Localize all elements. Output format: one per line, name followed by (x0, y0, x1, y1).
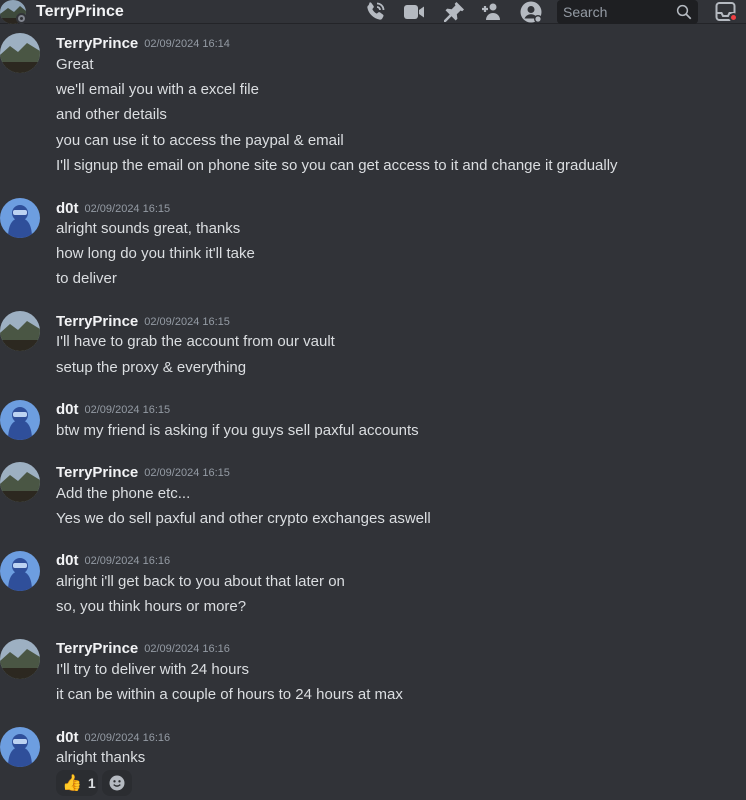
message-timestamp: 02/09/2024 16:15 (144, 316, 230, 328)
message-text: it can be within a couple of hours to 24… (56, 686, 403, 703)
message-text: Add the phone etc... (56, 485, 191, 502)
search-bar[interactable] (557, 0, 698, 24)
message-text: Great (56, 56, 94, 73)
message-text: how long do you think it'll take (56, 245, 255, 262)
offline-status-icon (16, 13, 27, 24)
message-text: alright sounds great, thanks (56, 220, 241, 237)
avatar[interactable] (0, 639, 40, 679)
avatar[interactable] (0, 33, 40, 73)
message-timestamp: 02/09/2024 16:15 (84, 203, 171, 215)
user-profile-icon[interactable] (519, 0, 543, 24)
message-timestamp: 02/09/2024 16:16 (144, 643, 230, 655)
message-text: we'll email you with a excel file (56, 81, 259, 98)
message-text: you can use it to access the paypal & em… (56, 132, 344, 149)
message-timestamp: 02/09/2024 16:15 (84, 404, 171, 416)
message-timestamp: 02/09/2024 16:16 (84, 555, 171, 567)
add-reaction-icon (109, 775, 125, 791)
inbox-icon[interactable] (714, 0, 738, 24)
thumbs-up-icon: 👍 (62, 775, 82, 792)
message-timestamp: 02/09/2024 16:15 (144, 467, 230, 479)
message-text: Yes we do sell paxful and other crypto e… (56, 510, 431, 527)
video-call-icon[interactable] (402, 0, 426, 24)
message-text: alright i'll get back to you about that … (56, 573, 345, 590)
message-author[interactable]: TerryPrince 02/09/2024 16:15 (56, 313, 230, 331)
message-text: alright thanks (56, 749, 146, 766)
channel-header: TerryPrince (0, 0, 746, 24)
message-author[interactable]: d0t 02/09/2024 16:16 (56, 729, 170, 747)
message-text: I'll have to grab the account from our v… (56, 333, 335, 350)
channel-title: TerryPrince (36, 3, 124, 20)
message-text: so, you think hours or more? (56, 598, 247, 615)
reaction-count: 1 (87, 775, 96, 791)
message-text: I'll try to deliver with 24 hours (56, 661, 249, 678)
message-timestamp: 02/09/2024 16:16 (84, 732, 171, 744)
message-author[interactable]: TerryPrince 02/09/2024 16:15 (56, 464, 230, 482)
add-reaction-button[interactable] (102, 770, 132, 796)
avatar[interactable] (0, 311, 40, 351)
add-friends-icon[interactable] (480, 0, 504, 24)
search-icon[interactable] (675, 3, 693, 21)
reaction-thumbs-up[interactable]: 👍 1 (56, 770, 98, 796)
unread-indicator (729, 13, 738, 22)
pin-icon[interactable] (442, 0, 466, 24)
message-author[interactable]: TerryPrince 02/09/2024 16:16 (56, 640, 230, 658)
avatar[interactable] (0, 551, 40, 591)
message-author[interactable]: d0t 02/09/2024 16:15 (56, 200, 170, 218)
message-text: btw my friend is asking if you guys sell… (56, 422, 419, 439)
message-text: and other details (56, 106, 167, 123)
avatar[interactable] (0, 462, 40, 502)
message-text: I'll signup the email on phone site so y… (56, 157, 618, 174)
voice-call-icon[interactable] (363, 0, 387, 24)
message-author[interactable]: d0t 02/09/2024 16:15 (56, 401, 170, 419)
avatar[interactable] (0, 400, 40, 440)
avatar[interactable] (0, 727, 40, 767)
message-timestamp: 02/09/2024 16:14 (144, 38, 230, 50)
message-text: setup the proxy & everything (56, 359, 247, 376)
message-text: to deliver (56, 270, 117, 287)
search-input[interactable] (557, 0, 673, 24)
avatar[interactable] (0, 198, 40, 238)
message-author[interactable]: d0t 02/09/2024 16:16 (56, 552, 170, 570)
message-author[interactable]: TerryPrince 02/09/2024 16:14 (56, 35, 230, 53)
